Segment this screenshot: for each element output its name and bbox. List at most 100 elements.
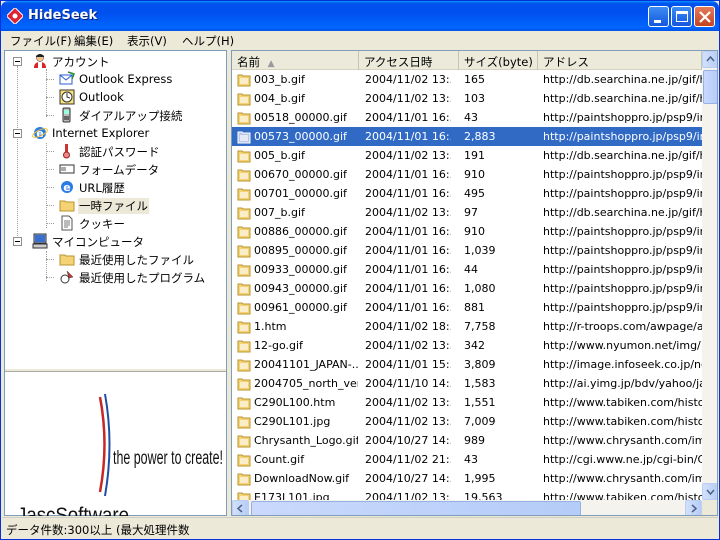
table-row[interactable]: 00573_00000.gif 2004/11/01 16:... 2,883 htt… xyxy=(232,127,702,146)
cell-access-date: 2004/11/10 14:... xyxy=(365,377,451,390)
menu-edit[interactable]: 編集(E) xyxy=(74,33,113,49)
cell-size: 495 xyxy=(464,187,485,200)
tree-item-label: フォームデータ xyxy=(79,163,160,177)
cell-access-date: 2004/11/01 16:... xyxy=(365,301,451,314)
tree-item-label: 最近使用したファイル xyxy=(79,253,194,267)
menu-help[interactable]: ヘルプ(H) xyxy=(182,33,234,49)
table-row[interactable]: 00933_00000.gif 2004/11/01 16:... 44 http:/… xyxy=(232,260,702,279)
arrow-right-icon xyxy=(691,504,698,513)
menu-view[interactable]: 表示(V) xyxy=(127,33,167,49)
table-row[interactable]: 20041101_JAPAN-... 2004/11/01 15:... 3,809… xyxy=(232,355,702,374)
table-row[interactable]: 003_b.gif 2004/11/02 13:... 165 http://db.s… xyxy=(232,70,702,89)
cell-name: C290L101.jpg xyxy=(254,415,331,428)
expander-ie[interactable] xyxy=(13,129,22,138)
cell-size: 910 xyxy=(464,225,485,238)
scroll-left-button[interactable] xyxy=(232,500,249,515)
table-row[interactable]: 005_b.gif 2004/11/02 13:... 191 http://db.s… xyxy=(232,146,702,165)
cell-address: http://db.searchina.ne.jp/gif/he xyxy=(543,149,702,162)
expander-my-computer[interactable] xyxy=(13,237,22,246)
cell-address: http://paintshoppro.jp/psp9/in xyxy=(543,168,702,181)
vertical-scrollbar[interactable] xyxy=(702,51,717,500)
cell-access-date: 2004/11/02 13:... xyxy=(365,396,451,409)
maximize-button[interactable] xyxy=(671,6,692,27)
expander-account[interactable] xyxy=(13,57,22,66)
vertical-scroll-thumb[interactable] xyxy=(703,70,717,104)
category-tree: アカウント Outlook Express Outlook ダイアルアップ接続 … xyxy=(5,51,226,369)
cache-file-icon xyxy=(237,93,251,106)
cell-size: 97 xyxy=(464,206,478,219)
column-header-size[interactable]: サイズ(byte) xyxy=(459,51,538,70)
sort-ascending-icon: ▲ xyxy=(267,59,275,69)
cell-address: http://paintshoppro.jp/psp9/in xyxy=(543,111,702,124)
cell-address: http://cgi.www.ne.jp/cgi-bin/C xyxy=(543,453,702,466)
cell-access-date: 2004/11/02 13:... xyxy=(365,92,451,105)
table-row[interactable]: Chrysanth_Logo.gif 2004/10/27 14:... 989 ht… xyxy=(232,431,702,450)
table-row[interactable]: Count.gif 2004/11/02 21:... 43 http://cgi.w… xyxy=(232,450,702,469)
svg-text:e: e xyxy=(63,181,70,194)
computer-icon xyxy=(32,233,48,249)
dialup-icon xyxy=(62,107,71,123)
cell-access-date: 2004/11/02 18:... xyxy=(365,320,451,333)
table-row[interactable]: 007_b.gif 2004/11/02 13:... 97 http://db.se… xyxy=(232,203,702,222)
column-header-address[interactable]: アドレス xyxy=(538,51,702,70)
tree-item-label: URL履歴 xyxy=(79,181,125,195)
table-row[interactable]: 00886_00000.gif 2004/11/01 16:... 910 http:… xyxy=(232,222,702,241)
cell-name: DownloadNow.gif xyxy=(254,472,350,485)
table-row[interactable]: 00701_00000.gif 2004/11/01 16:... 495 http:… xyxy=(232,184,702,203)
tree-item-label: Outlook Express xyxy=(79,72,173,86)
jasc-logo: JascSoftware the power to create! xyxy=(5,371,226,527)
cell-address: http://www.chrysanth.com/ima xyxy=(543,472,702,485)
cache-file-icon xyxy=(237,207,251,220)
cell-size: 1,080 xyxy=(464,282,496,295)
minimize-button[interactable] xyxy=(648,6,669,27)
scroll-up-button[interactable] xyxy=(702,51,717,68)
table-row[interactable]: 00670_00000.gif 2004/11/01 16:... 910 http:… xyxy=(232,165,702,184)
cell-access-date: 2004/11/02 13:... xyxy=(365,415,451,428)
cache-file-icon xyxy=(237,378,251,391)
close-button[interactable] xyxy=(694,6,715,27)
cell-name: 003_b.gif xyxy=(254,73,305,86)
cell-address: http://db.searchina.ne.jp/gif/he xyxy=(543,73,702,86)
table-row[interactable]: E173L101.jpg 2004/11/02 13:... 19,563 http:… xyxy=(232,488,702,500)
cell-address: http://www.tabiken.com/histor xyxy=(543,415,702,428)
table-row[interactable]: 12-go.gif 2004/11/02 13:... 342 http://www.… xyxy=(232,336,702,355)
column-header-access-date[interactable]: アクセス日時 xyxy=(359,51,459,70)
table-row[interactable]: 00895_00000.gif 2004/11/01 16:... 1,039 htt… xyxy=(232,241,702,260)
tree-item-label: Outlook xyxy=(79,90,124,104)
cache-file-icon xyxy=(237,454,251,467)
cell-size: 7,758 xyxy=(464,320,496,333)
cell-access-date: 2004/11/01 16:... xyxy=(365,244,451,257)
table-row[interactable]: DownloadNow.gif 2004/10/27 14:... 1,995 htt… xyxy=(232,469,702,488)
table-row[interactable]: 00961_00000.gif 2004/11/01 16:... 881 http:… xyxy=(232,298,702,317)
menu-file[interactable]: ファイル(F) xyxy=(10,33,72,49)
tree-item-label: マイコンピュータ xyxy=(52,235,144,249)
file-list: 003_b.gif 2004/11/02 13:... 165 http://db.s… xyxy=(232,70,702,500)
table-row[interactable]: 2004705_north_ver... 2004/11/10 14:... 1,5… xyxy=(232,374,702,393)
cell-size: 103 xyxy=(464,92,485,105)
arrow-down-icon xyxy=(706,489,715,496)
cache-file-icon xyxy=(237,188,251,201)
scroll-right-button[interactable] xyxy=(685,500,702,515)
cell-address: http://paintshoppro.jp/psp9/in xyxy=(543,282,702,295)
cell-name: 12-go.gif xyxy=(254,339,303,352)
horizontal-scrollbar[interactable] xyxy=(232,500,702,515)
cell-name: 00573_00000.gif xyxy=(254,130,347,143)
table-row[interactable]: 00943_00000.gif 2004/11/01 16:... 1,080 htt… xyxy=(232,279,702,298)
table-row[interactable]: 00518_00000.gif 2004/11/01 16:... 43 http:/… xyxy=(232,108,702,127)
cell-address: http://www.tabiken.com/histor xyxy=(543,491,702,500)
cell-address: http://paintshoppro.jp/psp9/in xyxy=(543,263,702,276)
cell-name: 00670_00000.gif xyxy=(254,168,347,181)
cell-access-date: 2004/11/01 16:... xyxy=(365,263,451,276)
cell-name: 2004705_north_ver... xyxy=(254,377,358,390)
scroll-down-button[interactable] xyxy=(702,483,717,500)
column-header-name[interactable]: 名前 ▲ xyxy=(232,51,359,70)
table-row[interactable]: 004_b.gif 2004/11/02 13:... 103 http://db.s… xyxy=(232,89,702,108)
hideseek-window: HideSeek ファイル(F) 編集(E) 表示(V) ヘルプ(H) アカウン… xyxy=(0,0,720,540)
table-row[interactable]: 1.htm 2004/11/02 18:... 7,758 http://r-troo… xyxy=(232,317,702,336)
table-row[interactable]: C290L101.jpg 2004/11/02 13:... 7,009 http:/… xyxy=(232,412,702,431)
arrow-left-icon xyxy=(236,504,243,513)
cell-address: http://paintshoppro.jp/psp9/in xyxy=(543,225,702,238)
cell-size: 43 xyxy=(464,453,478,466)
horizontal-scroll-thumb[interactable] xyxy=(251,501,581,515)
table-row[interactable]: C290L100.htm 2004/11/02 13:... 1,551 http:/… xyxy=(232,393,702,412)
